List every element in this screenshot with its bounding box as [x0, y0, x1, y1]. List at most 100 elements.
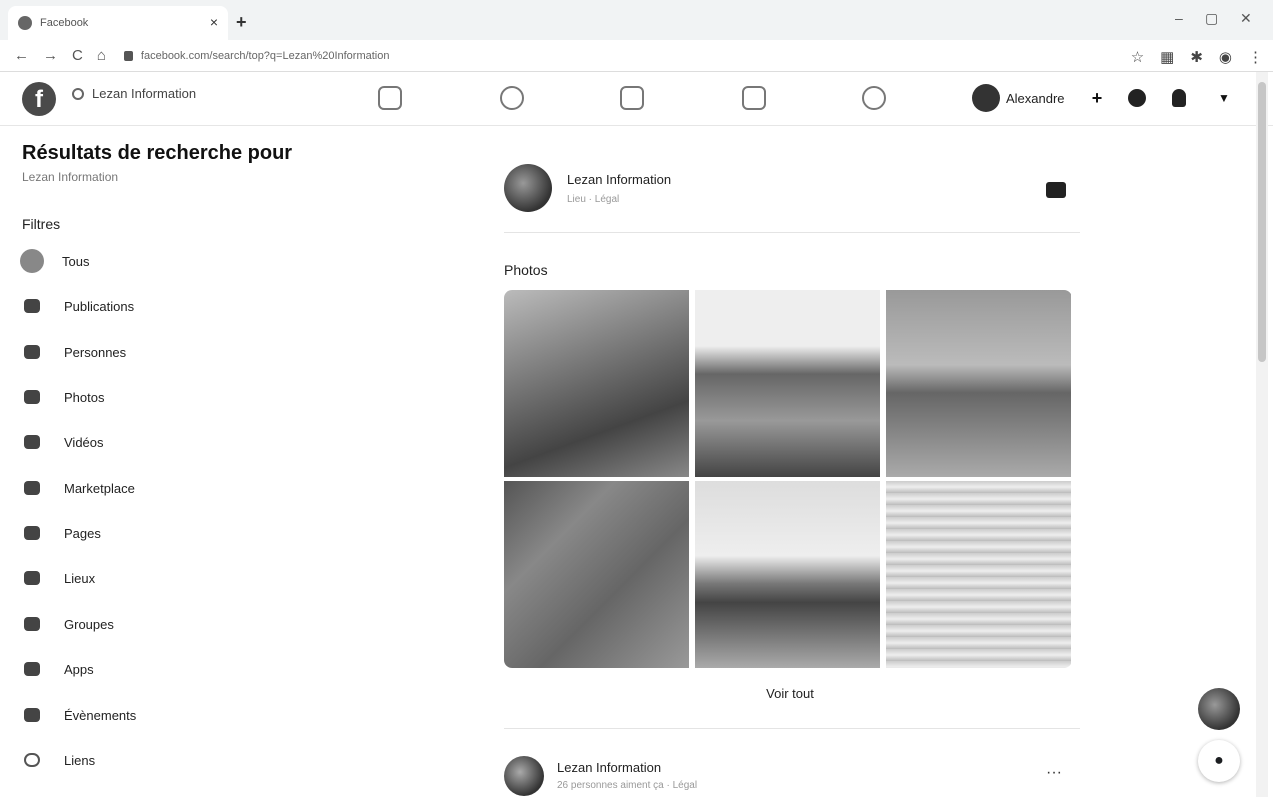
posts-icon	[24, 299, 40, 313]
filters-heading: Filtres	[22, 216, 61, 232]
profile-icon[interactable]: ◉	[1219, 48, 1232, 66]
filter-label: Tous	[62, 253, 90, 269]
avatar[interactable]	[504, 164, 552, 212]
photos-heading: Photos	[504, 262, 548, 278]
photos-icon	[24, 390, 40, 404]
filter-label: Évènements	[64, 707, 137, 723]
filter-label: Lieux	[64, 570, 96, 586]
maximize-icon[interactable]: ▢	[1205, 10, 1218, 27]
browser-tabbar: Facebook × + – ▢ ✕	[0, 0, 1273, 40]
minimize-icon[interactable]: –	[1175, 10, 1183, 26]
account-menu-chevron-down-icon[interactable]: ▼	[1212, 86, 1236, 110]
filter-all[interactable]: Tous	[20, 246, 322, 276]
puzzle-icon[interactable]: ✱	[1190, 48, 1203, 66]
nav-friends-icon[interactable]	[500, 86, 524, 110]
marketplace-icon	[24, 481, 40, 495]
scrollbar[interactable]	[1256, 72, 1268, 797]
search-query: Lezan Information	[92, 86, 197, 101]
places-icon	[24, 571, 40, 585]
filter-people[interactable]: Personnes	[22, 337, 322, 367]
photo-thumbnail[interactable]	[695, 290, 880, 477]
lock-icon	[123, 50, 133, 61]
result-page-meta: Lieu · Légal	[567, 194, 620, 205]
new-message-group-icon[interactable]: ●	[1198, 740, 1240, 782]
pages-icon	[24, 526, 40, 540]
filter-events[interactable]: Évènements	[22, 700, 322, 730]
divider	[504, 728, 1080, 729]
filter-label: Publications	[64, 298, 135, 314]
result-page-name[interactable]: Lezan Information	[567, 172, 671, 187]
filter-label: Liens	[64, 752, 96, 768]
nav-groups-icon[interactable]	[862, 86, 886, 110]
nav-watch-icon[interactable]	[620, 86, 644, 110]
like-icon[interactable]	[1046, 182, 1066, 198]
filter-label: Apps	[64, 661, 94, 677]
filter-pages[interactable]: Pages	[22, 518, 322, 548]
photo-thumbnail[interactable]	[504, 481, 689, 668]
more-options-icon[interactable]: ···	[1046, 764, 1062, 782]
filter-label: Marketplace	[64, 480, 135, 496]
filter-groups[interactable]: Groupes	[22, 609, 322, 639]
browser-urlbar: ← → C ⌂ facebook.com/search/top?q=Lezan%…	[0, 40, 1273, 72]
back-icon[interactable]: ←	[14, 47, 29, 64]
divider	[504, 232, 1080, 233]
filter-photos[interactable]: Photos	[22, 382, 322, 412]
tab-title: Facebook	[40, 17, 89, 29]
forward-icon[interactable]: →	[43, 47, 58, 64]
result-page-name[interactable]: Lezan Information	[557, 760, 661, 775]
photos-grid	[504, 290, 1072, 668]
result-page-meta: 26 personnes aiment ça · Légal	[557, 780, 698, 791]
people-icon	[24, 345, 40, 359]
facebook-logo-icon[interactable]: f	[22, 82, 56, 116]
filter-marketplace[interactable]: Marketplace	[22, 473, 322, 503]
tab-close-icon[interactable]: ×	[210, 14, 218, 30]
nav-home-icon[interactable]	[378, 86, 402, 110]
filter-videos[interactable]: Vidéos	[22, 427, 322, 457]
contact-avatar[interactable]	[1198, 688, 1240, 730]
search-input[interactable]: Lezan Information	[72, 86, 196, 101]
events-icon	[24, 708, 40, 722]
extension-icon[interactable]: ▦	[1160, 48, 1174, 66]
profile-button[interactable]: Alexandre	[972, 84, 1065, 112]
filter-label: Photos	[64, 389, 105, 405]
home-icon[interactable]: ⌂	[97, 47, 106, 64]
url-text: facebook.com/search/top?q=Lezan%20Inform…	[140, 49, 390, 62]
see-all-button[interactable]: Voir tout	[490, 686, 1090, 701]
browser-tab[interactable]: Facebook ×	[8, 6, 228, 40]
photo-thumbnail[interactable]	[886, 290, 1071, 477]
facebook-favicon-icon	[18, 16, 32, 30]
facebook-header: f Lezan Information Alexandre + ▼	[0, 72, 1273, 126]
photo-thumbnail[interactable]	[695, 481, 880, 668]
groups-icon	[24, 617, 40, 631]
avatar	[972, 84, 1000, 112]
filter-label: Vidéos	[64, 434, 104, 450]
scrollbar-thumb[interactable]	[1258, 82, 1266, 362]
videos-icon	[24, 435, 40, 449]
apps-icon	[24, 662, 40, 676]
filter-places[interactable]: Lieux	[22, 563, 322, 593]
address-bar[interactable]: facebook.com/search/top?q=Lezan%20Inform…	[123, 49, 390, 62]
profile-name: Alexandre	[1006, 90, 1065, 106]
page-title: Résultats de recherche pour	[22, 142, 293, 164]
filter-label: Pages	[64, 525, 101, 541]
menu-icon[interactable]: ⋮	[1248, 48, 1263, 66]
avatar[interactable]	[504, 756, 544, 796]
messenger-icon[interactable]	[1128, 89, 1146, 107]
search-filters-sidebar: Résultats de recherche pour Lezan Inform…	[0, 126, 360, 797]
filter-label: Groupes	[64, 616, 114, 632]
links-icon	[24, 753, 40, 767]
search-query-subtitle: Lezan Information	[22, 170, 119, 184]
filter-links[interactable]: Liens	[22, 745, 322, 775]
search-icon	[72, 87, 84, 100]
bookmark-star-icon[interactable]: ☆	[1131, 48, 1144, 66]
reload-icon[interactable]: C	[72, 47, 83, 64]
nav-marketplace-icon[interactable]	[742, 86, 766, 110]
filter-apps[interactable]: Apps	[22, 654, 322, 684]
create-button[interactable]: +	[1085, 86, 1109, 110]
photo-thumbnail[interactable]	[886, 481, 1071, 668]
photo-thumbnail[interactable]	[504, 290, 689, 477]
notifications-icon[interactable]	[1172, 89, 1186, 107]
new-tab-button[interactable]: +	[236, 12, 247, 33]
window-close-icon[interactable]: ✕	[1240, 10, 1252, 27]
filter-posts[interactable]: Publications	[22, 291, 322, 321]
